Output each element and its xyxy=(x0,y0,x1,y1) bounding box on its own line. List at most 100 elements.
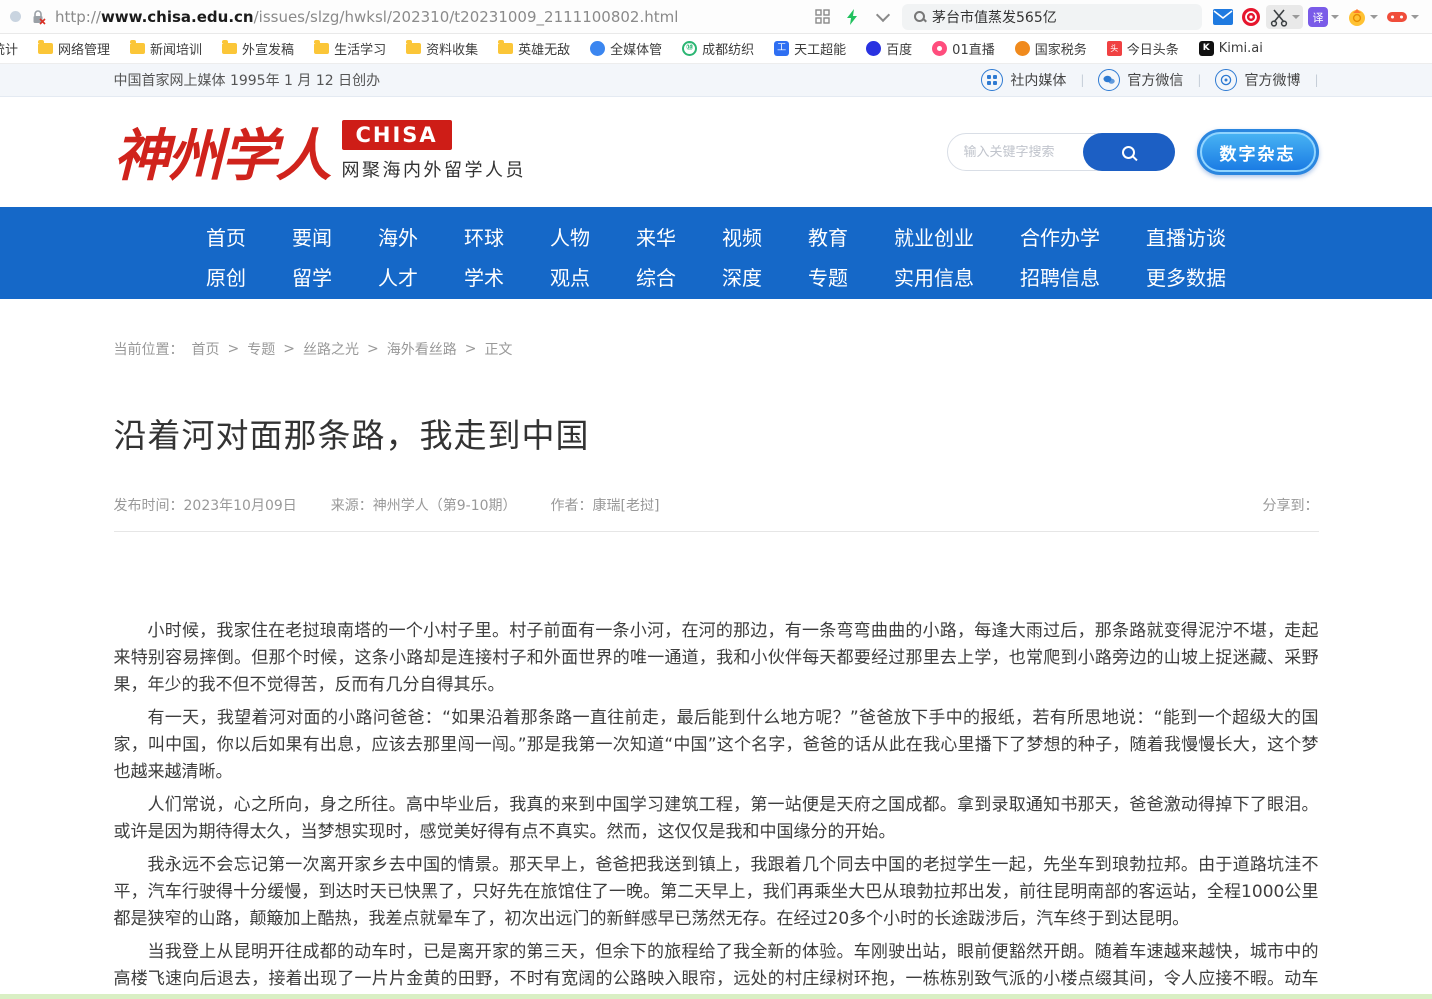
insecure-lock-icon[interactable] xyxy=(29,8,47,26)
globe-icon xyxy=(590,41,605,56)
breadcrumb-item[interactable]: 专题 xyxy=(247,339,275,359)
breadcrumb-item[interactable]: 正文 xyxy=(484,339,512,359)
nav-item[interactable]: 就业创业 xyxy=(894,222,974,251)
breadcrumb-item[interactable]: 海外看丝路 xyxy=(387,339,457,359)
nav-item[interactable]: 深度 xyxy=(722,262,762,291)
share-label: 分享到： xyxy=(1263,495,1319,515)
separator: > xyxy=(465,341,477,357)
bookmark-item[interactable]: 工天工超能 xyxy=(774,39,846,58)
breadcrumb-item[interactable]: 丝路之光 xyxy=(303,339,359,359)
nav-item[interactable]: 专题 xyxy=(808,262,848,291)
nav-item[interactable]: 教育 xyxy=(808,222,848,251)
article-title: 沿着河对面那条路，我走到中国 xyxy=(114,409,1319,457)
kimi-icon: K xyxy=(1199,41,1214,56)
weibo-extension-icon[interactable] xyxy=(1238,5,1264,29)
nav-item[interactable]: 海外 xyxy=(378,222,418,251)
tax-emblem-icon xyxy=(1015,41,1030,56)
bookmark-item[interactable]: 外宣发稿 xyxy=(222,39,294,58)
game-extension-icon[interactable] xyxy=(1383,7,1422,27)
speed-bolt-icon[interactable] xyxy=(842,6,864,28)
article-paragraph: 人们常说，心之所向，身之所往。高中毕业后，我真的来到中国学习建筑工程，第一站便是… xyxy=(114,792,1319,846)
site-search-button[interactable] xyxy=(1083,133,1175,171)
dropdown-caret-icon xyxy=(1370,15,1378,19)
bookmark-item[interactable]: 头今日头条 xyxy=(1107,39,1179,58)
bookmark-item[interactable]: ⑩成都纺织 xyxy=(682,39,754,58)
bookmark-item[interactable]: 资料收集 xyxy=(406,39,478,58)
nav-item[interactable]: 来华 xyxy=(636,222,676,251)
bookmark-item[interactable]: 英雄无敌 xyxy=(498,39,570,58)
nav-item[interactable]: 招聘信息 xyxy=(1020,262,1100,291)
nav-item[interactable]: 要闻 xyxy=(292,222,332,251)
brand-en-badge: CHISA xyxy=(342,120,452,150)
svg-text:译: 译 xyxy=(1313,11,1324,24)
folder-icon xyxy=(406,43,421,54)
bookmark-item[interactable]: 国家税务 xyxy=(1015,39,1087,58)
nav-item[interactable]: 留学 xyxy=(292,262,332,291)
chevron-down-icon[interactable] xyxy=(872,6,894,28)
nav-item[interactable]: 原创 xyxy=(206,262,246,291)
official-wechat-link[interactable]: 官方微信 xyxy=(1098,69,1183,91)
bookmark-item[interactable]: 百度 xyxy=(866,39,912,58)
toutiao-icon: 头 xyxy=(1107,41,1122,56)
bottom-strip xyxy=(0,994,1432,999)
scissors-extension-icon[interactable] xyxy=(1266,5,1303,29)
hot-search-text: 茅台市值蒸发565亿 xyxy=(932,7,1057,27)
bookmarks-bar: 统计 网络管理 新闻培训 外宣发稿 生活学习 资料收集 英雄无敌 全媒体管 ⑩成… xyxy=(0,34,1432,64)
separator: > xyxy=(367,341,379,357)
nav-item[interactable]: 学术 xyxy=(464,262,504,291)
publish-date: 2023年10月09日 xyxy=(184,498,297,514)
breadcrumb: 当前位置： 首页 > 专题 > 丝路之光 > 海外看丝路 > 正文 xyxy=(114,299,1319,359)
official-weibo-link[interactable]: 官方微博 xyxy=(1215,69,1300,91)
separator: | xyxy=(1080,73,1084,87)
url-text[interactable]: http://www.chisa.edu.cn/issues/slzg/hwks… xyxy=(55,8,678,26)
separator: > xyxy=(283,341,295,357)
nav-item[interactable]: 视频 xyxy=(722,222,762,251)
rewards-extension-icon[interactable] xyxy=(1344,5,1381,29)
internal-media-link[interactable]: 社内媒体 xyxy=(981,69,1066,91)
article-paragraph: 当我登上从昆明开往成都的动车时，已是离开家的第三天，但余下的旅程给了我全新的体验… xyxy=(114,939,1319,999)
bookmark-item[interactable]: 01直播 xyxy=(932,39,995,58)
nav-item[interactable]: 直播访谈 xyxy=(1146,222,1226,251)
mail-extension-icon[interactable] xyxy=(1210,7,1236,27)
bookmark-item[interactable]: 统计 xyxy=(0,39,18,58)
publish-time-label: 发布时间： xyxy=(114,498,184,514)
bookmark-item[interactable]: 网络管理 xyxy=(38,39,110,58)
site-masthead: 神州学人 CHISA 网聚海内外留学人员 数字杂志 xyxy=(0,97,1432,207)
search-icon xyxy=(1122,146,1135,159)
apps-grid-icon[interactable] xyxy=(812,6,834,28)
search-icon xyxy=(914,11,925,22)
blue-square-icon: 工 xyxy=(774,41,789,56)
site-slogan: 中国首家网上媒体 1995年 1 月 12 日创办 xyxy=(114,70,381,90)
bookmark-item[interactable]: 新闻培训 xyxy=(130,39,202,58)
digital-magazine-button[interactable]: 数字杂志 xyxy=(1197,129,1319,175)
nav-item[interactable]: 综合 xyxy=(636,262,676,291)
nav-item[interactable]: 环球 xyxy=(464,222,504,251)
nav-item[interactable]: 更多数据 xyxy=(1146,262,1226,291)
nav-item[interactable]: 首页 xyxy=(206,222,246,251)
breadcrumb-item[interactable]: 首页 xyxy=(192,339,220,359)
site-logo[interactable]: 神州学人 CHISA 网聚海内外留学人员 xyxy=(114,120,527,184)
folder-icon xyxy=(130,43,145,54)
separator: > xyxy=(228,341,240,357)
site-search-input[interactable] xyxy=(948,145,1078,160)
nav-item[interactable]: 观点 xyxy=(550,262,590,291)
browser-address-bar: http://www.chisa.edu.cn/issues/slzg/hwks… xyxy=(0,0,1432,34)
site-info-dot-icon[interactable] xyxy=(10,11,21,22)
translate-extension-icon[interactable]: 译 xyxy=(1305,5,1342,29)
breadcrumb-prefix: 当前位置： xyxy=(114,339,184,359)
article-paragraph: 我永远不会忘记第一次离开家乡去中国的情景。那天早上，爸爸把我送到镇上，我跟着几个… xyxy=(114,852,1319,933)
nav-item[interactable]: 实用信息 xyxy=(894,262,974,291)
bookmark-item[interactable]: 生活学习 xyxy=(314,39,386,58)
nav-item[interactable]: 人才 xyxy=(378,262,418,291)
bookmark-item[interactable]: KKimi.ai xyxy=(1199,41,1263,56)
dropdown-caret-icon xyxy=(1292,15,1300,19)
separator: | xyxy=(1197,73,1201,87)
bookmark-item[interactable]: 全媒体管 xyxy=(590,39,662,58)
brand-calligraphy: 神州学人 xyxy=(114,128,330,184)
wechat-icon xyxy=(1098,69,1120,91)
hot-search-box[interactable]: 茅台市值蒸发565亿 xyxy=(902,4,1202,30)
live-dot-icon xyxy=(932,41,947,56)
grid-icon xyxy=(981,69,1003,91)
nav-item[interactable]: 人物 xyxy=(550,222,590,251)
nav-item[interactable]: 合作办学 xyxy=(1020,222,1100,251)
